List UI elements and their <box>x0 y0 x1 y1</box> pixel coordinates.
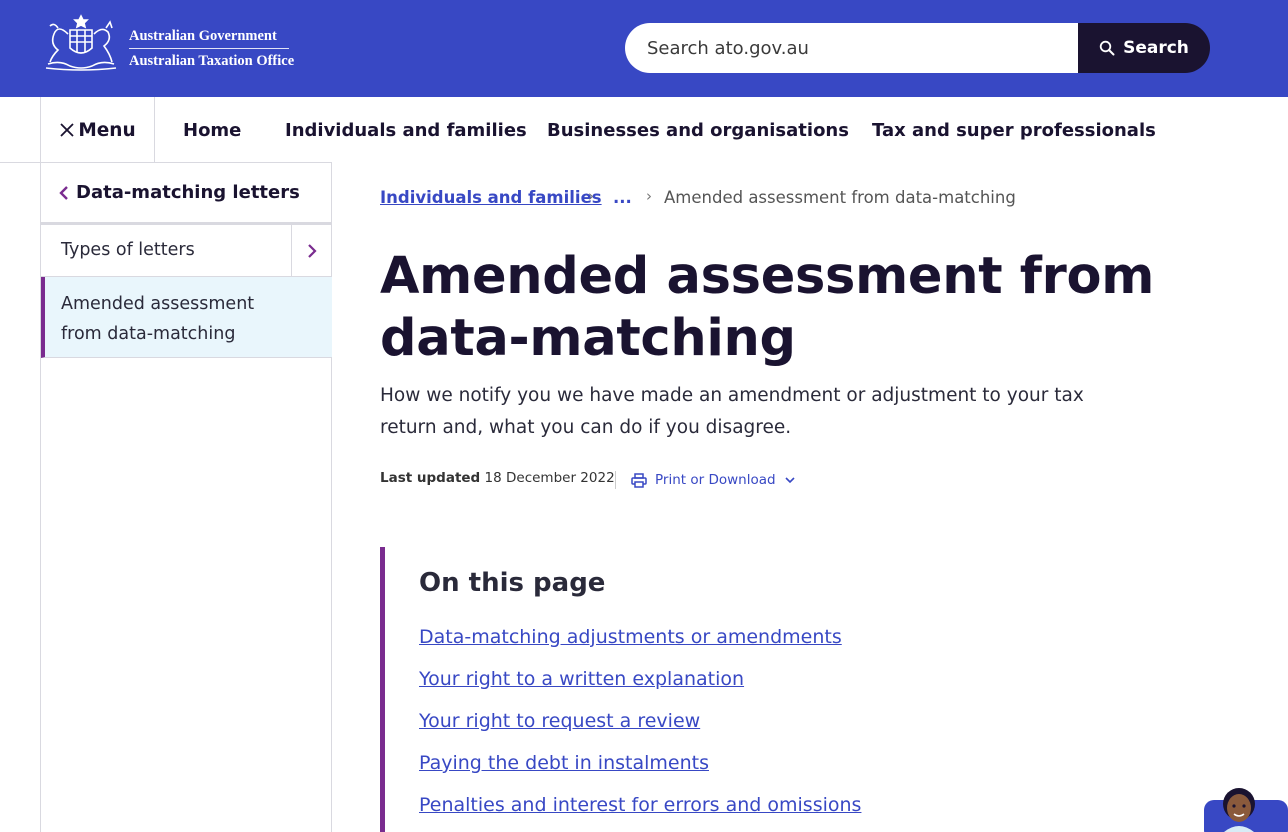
last-updated: Last updated 18 December 2022 <box>380 470 615 490</box>
virtual-assistant-avatar-icon <box>1204 788 1288 832</box>
on-this-page: On this page Data-matching adjustments o… <box>380 547 1080 832</box>
page-lead: How we notify you we have made an amendm… <box>380 385 1084 438</box>
search-bar: Search <box>625 23 1210 73</box>
breadcrumb-ellipsis[interactable]: ... <box>613 188 632 207</box>
toc-title: On this page <box>419 568 606 598</box>
search-input[interactable] <box>625 23 1080 73</box>
chevron-right-icon <box>308 243 317 258</box>
nav-item-home[interactable]: Home <box>183 97 241 163</box>
virtual-assistant-button[interactable] <box>1204 776 1288 832</box>
toc-link[interactable]: Paying the debt in instalments <box>419 752 709 774</box>
print-download-label: Print or Download <box>655 472 776 488</box>
sidebar-item-amended-assessment[interactable]: Amended assessment from data-matching <box>41 277 332 358</box>
sidebar-back-link[interactable]: Data-matching letters <box>41 163 332 225</box>
nav-item-tax-professionals[interactable]: Tax and super professionals <box>872 97 1156 163</box>
coat-of-arms-icon <box>45 14 117 71</box>
menu-toggle-button[interactable]: Menu <box>40 97 155 163</box>
toc-link[interactable]: Data-matching adjustments or amendments <box>419 626 842 648</box>
search-button-label: Search <box>1123 38 1189 58</box>
logo-line-ato: Australian Taxation Office <box>129 53 295 69</box>
sidebar-back-label: Data-matching letters <box>76 182 300 203</box>
breadcrumb-current: Amended assessment from data-matching <box>664 188 1016 207</box>
sidebar-item-label: Types of letters <box>61 240 195 260</box>
chevron-down-icon <box>784 477 795 484</box>
sidebar-item-types-of-letters[interactable]: Types of letters <box>41 225 332 277</box>
meta-divider <box>615 471 616 489</box>
breadcrumb-link-individuals[interactable]: Individuals and families <box>380 188 602 207</box>
section-sidebar: Data-matching letters Types of letters A… <box>40 163 332 832</box>
printer-icon <box>631 472 647 488</box>
breadcrumb-separator-icon: › <box>588 187 594 205</box>
site-header: Australian Government Australian Taxatio… <box>0 0 1288 97</box>
main-navigation: Menu Home Individuals and families Busin… <box>0 97 1288 163</box>
sidebar-item-label: Amended assessment from data-matching <box>61 294 255 344</box>
toc-link[interactable]: Your right to request a review <box>419 710 700 732</box>
nav-item-individuals[interactable]: Individuals and families <box>285 97 527 163</box>
menu-label: Menu <box>78 119 136 141</box>
page-title: Amended assessment from data-matching <box>380 247 1155 368</box>
chevron-left-icon <box>59 185 68 200</box>
toc-link[interactable]: Your right to a written explanation <box>419 668 744 690</box>
last-updated-date: 18 December 2022 <box>484 470 615 486</box>
logo-line-government: Australian Government <box>129 26 289 49</box>
nav-item-businesses[interactable]: Businesses and organisations <box>547 97 849 163</box>
sidebar-expand-button[interactable] <box>291 225 332 276</box>
search-button[interactable]: Search <box>1078 23 1210 73</box>
logo-text: Australian Government Australian Taxatio… <box>129 26 294 71</box>
breadcrumb-separator-icon: › <box>646 187 652 205</box>
search-icon <box>1099 40 1115 56</box>
toc-link[interactable]: Penalties and interest for errors and om… <box>419 794 861 816</box>
last-updated-label: Last updated <box>380 470 481 486</box>
close-icon <box>60 123 74 137</box>
ato-logo[interactable]: Australian Government Australian Taxatio… <box>40 10 300 72</box>
print-download-button[interactable]: Print or Download <box>631 470 796 490</box>
